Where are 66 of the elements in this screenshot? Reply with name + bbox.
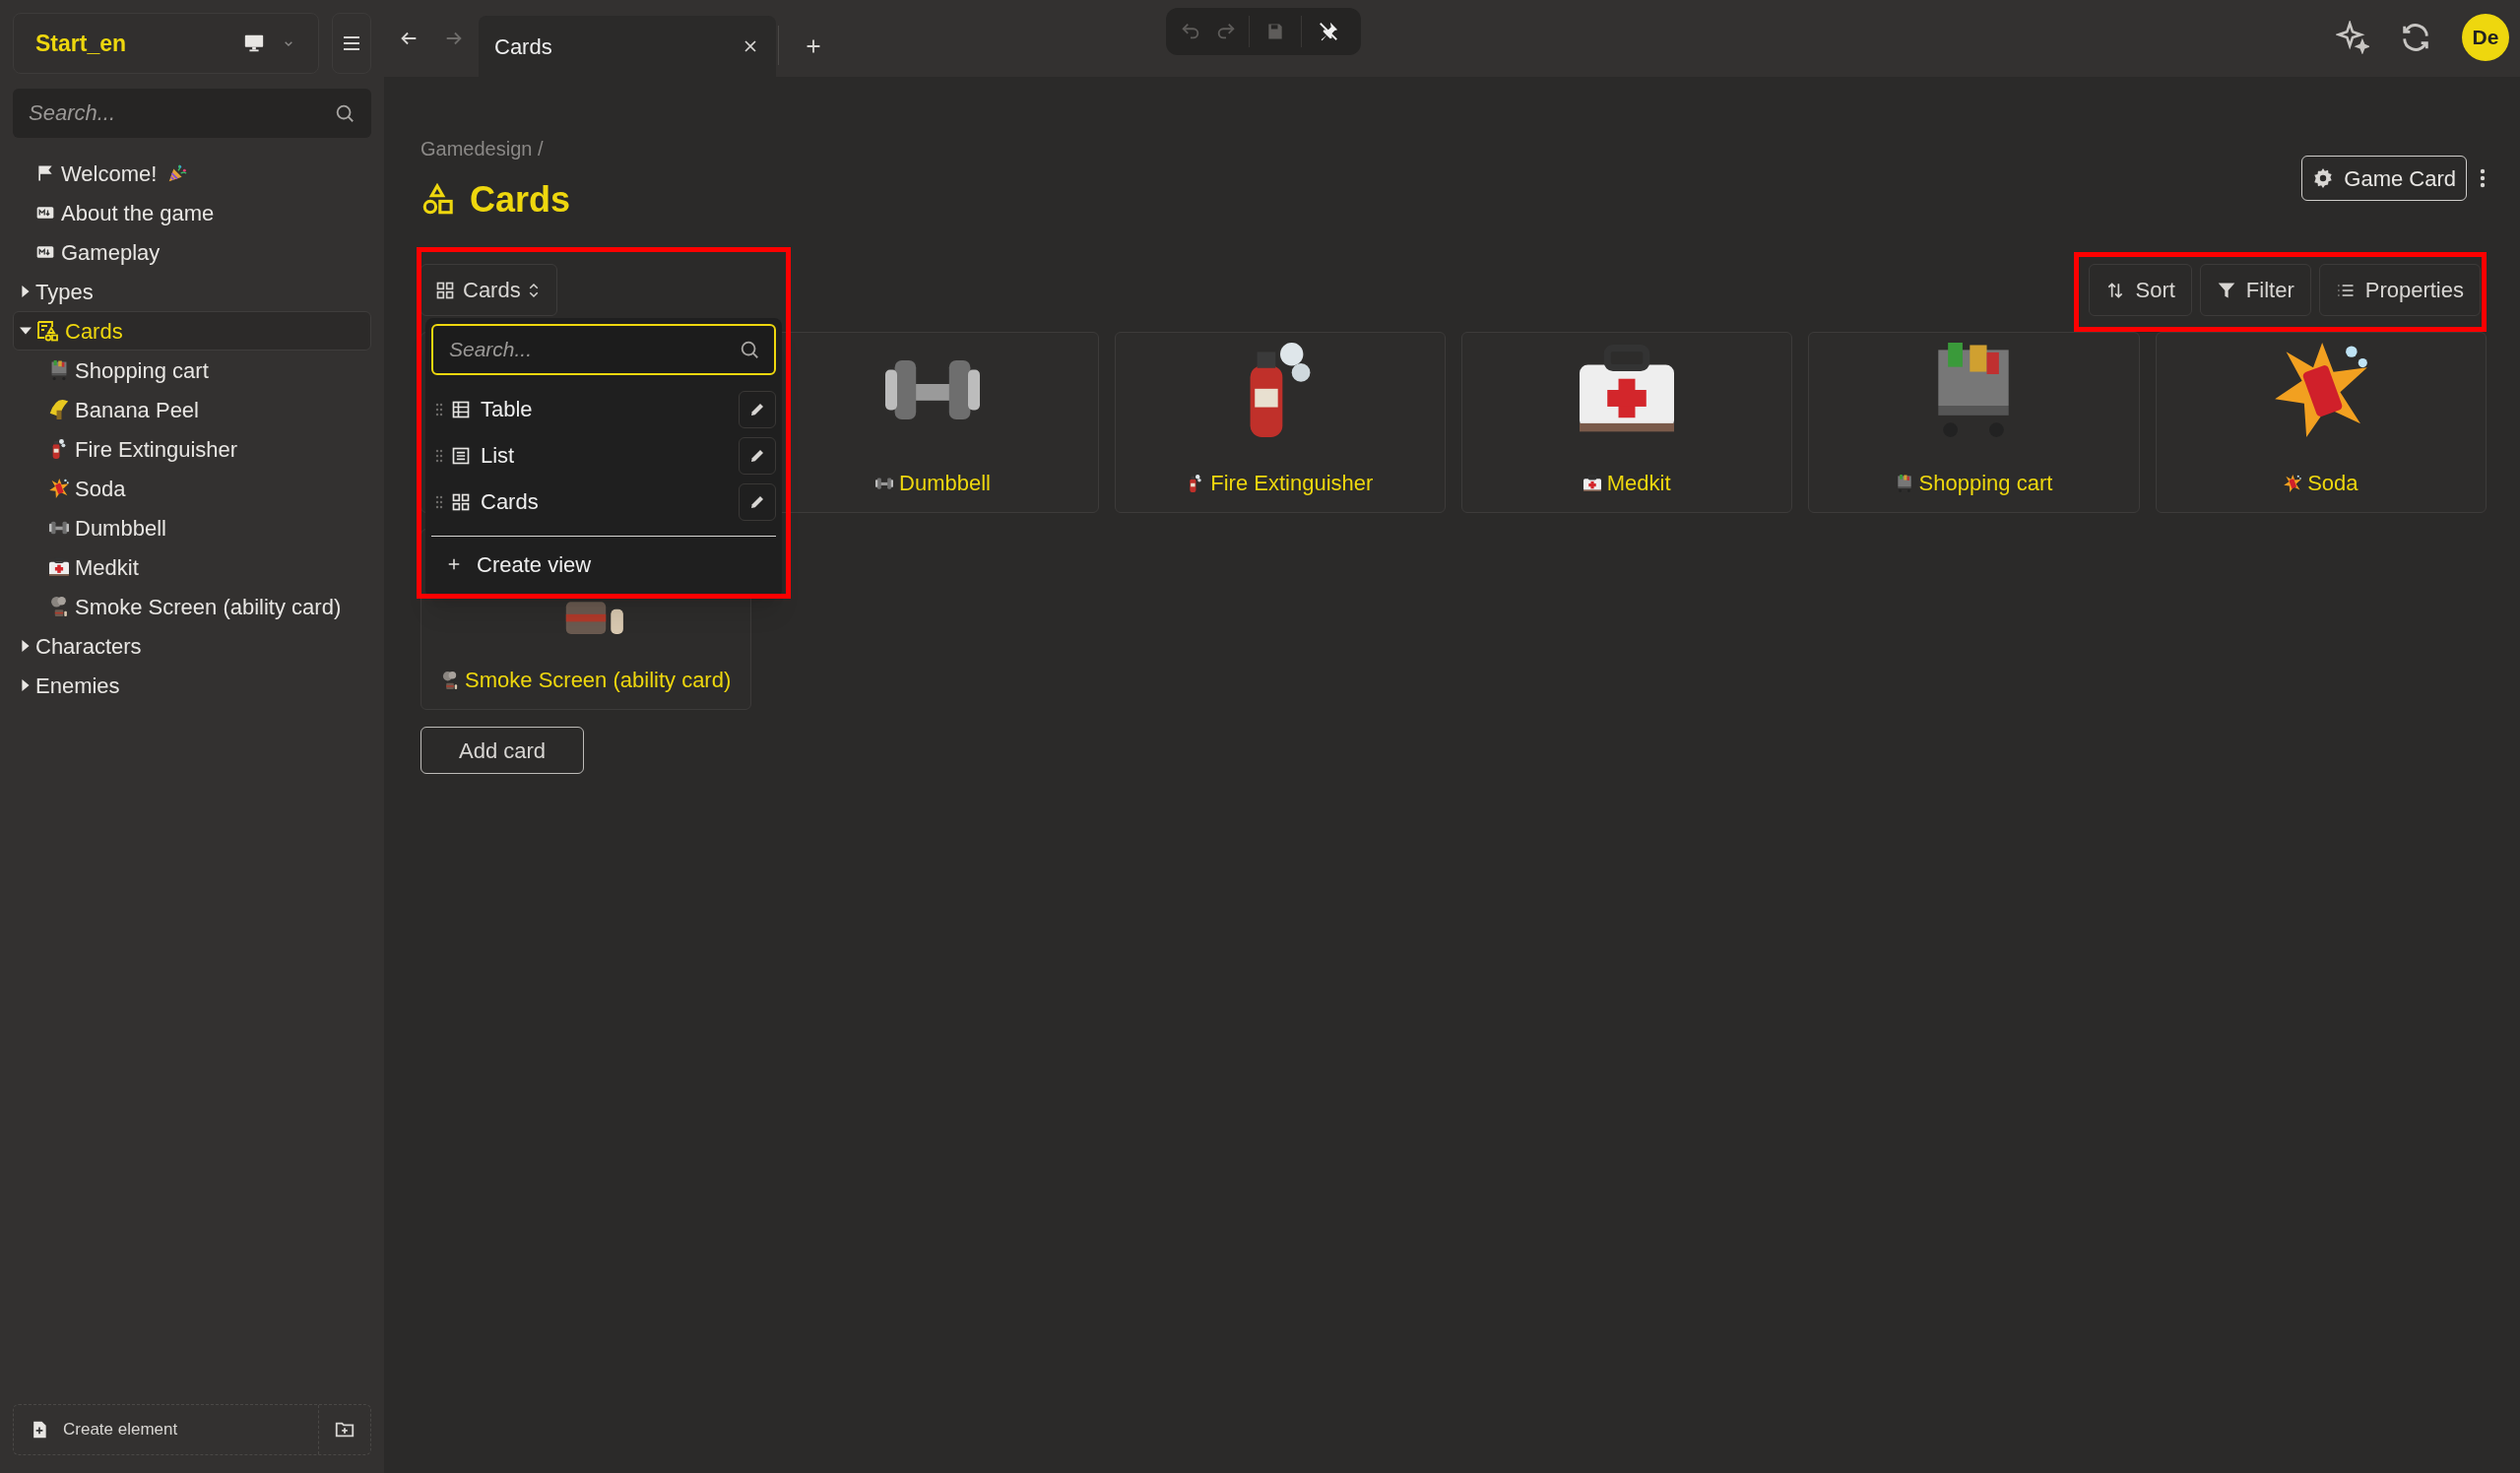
cards-icon (35, 319, 59, 343)
tree-item[interactable]: Characters (13, 626, 371, 666)
edit-button[interactable] (739, 483, 776, 521)
sparkle-icon[interactable] (2336, 21, 2369, 54)
tree-item[interactable]: About the game (13, 193, 371, 232)
monitor-icon (243, 32, 265, 54)
caret-right-icon[interactable] (20, 679, 32, 691)
caret-down-icon[interactable] (20, 325, 32, 337)
view-option[interactable]: Cards (481, 483, 739, 521)
search-icon (739, 339, 760, 360)
card-title: Dumbbell (899, 470, 991, 497)
card-title: Fire Extinguisher (1210, 470, 1374, 497)
tree-item[interactable]: Banana Peel (13, 390, 371, 429)
pencil-icon (748, 401, 766, 418)
party-icon (166, 162, 189, 184)
list-icon (451, 446, 471, 466)
pencil-icon (748, 493, 766, 511)
tree-item[interactable]: Welcome! (13, 154, 371, 193)
view-option[interactable]: Table (481, 391, 739, 428)
card[interactable]: Medkit (1461, 332, 1793, 513)
breadcrumb[interactable]: Gamedesign / (420, 134, 2302, 163)
card[interactable]: Soda (2155, 332, 2487, 513)
search-field[interactable]: Search... (13, 89, 371, 138)
add-card-button[interactable]: Add card (420, 727, 584, 774)
caret-right-icon[interactable] (20, 286, 32, 297)
grid-icon (451, 492, 471, 512)
search-icon (334, 102, 355, 124)
edit-button[interactable] (739, 391, 776, 428)
drag-handle-icon[interactable] (435, 402, 443, 417)
tree-item[interactable]: Smoke Screen (ability card) (13, 587, 371, 626)
pin-icon[interactable] (1318, 21, 1339, 42)
edit-button[interactable] (739, 437, 776, 475)
tree-item[interactable]: Gameplay (13, 232, 371, 272)
workspace-switcher[interactable]: Start_en (13, 13, 319, 74)
card-title: Smoke Screen (ability card) (465, 667, 732, 694)
tree-item[interactable]: Dumbbell (13, 508, 371, 547)
sort-button[interactable]: Sort (2089, 264, 2192, 316)
drag-handle-icon[interactable] (435, 494, 443, 510)
card-title: Shopping cart (1918, 470, 2053, 497)
filter-button[interactable]: Filter (2199, 264, 2311, 316)
view-option[interactable]: List (481, 437, 739, 475)
search-field[interactable]: Search... (431, 324, 776, 375)
drag-handle-icon[interactable] (435, 448, 443, 464)
grid-icon (435, 280, 455, 300)
type-button[interactable]: Game Card (2301, 156, 2467, 201)
tree-item[interactable]: Medkit (13, 547, 371, 587)
more-options-icon[interactable] (2479, 166, 2487, 190)
menu-button[interactable] (332, 13, 371, 74)
card-title: Soda (2307, 470, 2358, 497)
properties-button[interactable]: Properties (2318, 264, 2481, 316)
tab[interactable]: Cards (479, 16, 776, 77)
table-icon (451, 400, 471, 419)
card[interactable]: Fire Extinguisher (1114, 332, 1446, 513)
tree-item[interactable]: Cards (13, 311, 371, 351)
tree-item[interactable]: Types (13, 272, 371, 311)
page-title: Cards (470, 178, 571, 222)
tree-item[interactable]: Shopping cart (13, 351, 371, 390)
card-title: Medkit (1606, 470, 1671, 497)
tree-item[interactable]: Enemies (13, 666, 371, 705)
pencil-icon (748, 447, 766, 465)
tree-item[interactable]: Fire Extinguisher (13, 429, 371, 469)
tree-item[interactable]: Soda (13, 469, 371, 508)
card[interactable]: Shopping cart (1808, 332, 2140, 513)
caret-right-icon[interactable] (20, 640, 32, 652)
shapes-icon (420, 183, 454, 217)
user-avatar[interactable]: De (2462, 14, 2509, 61)
